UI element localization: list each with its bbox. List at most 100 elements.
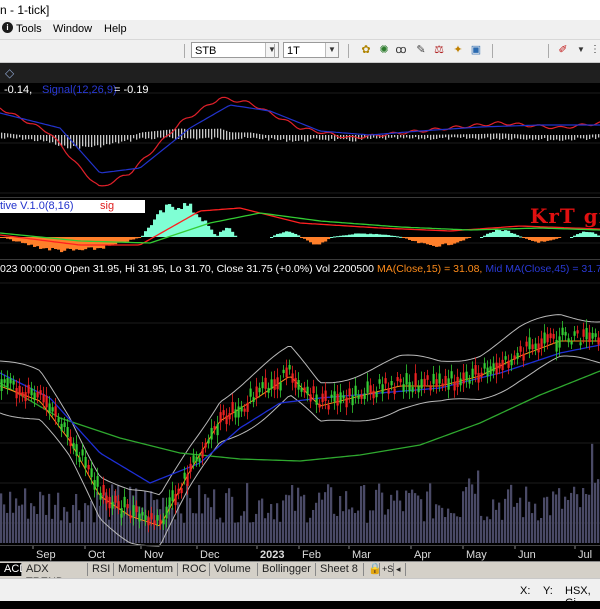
volume-bar bbox=[255, 513, 258, 543]
macd-histogram-bar bbox=[400, 135, 402, 138]
indicator-icon[interactable]: ✿ bbox=[359, 43, 373, 57]
trend-histogram-bar bbox=[168, 204, 172, 237]
tab-adx-trend[interactable]: ADX TREND bbox=[22, 563, 88, 588]
macd-histogram-bar bbox=[160, 130, 162, 138]
volume-bar bbox=[57, 492, 60, 543]
trend-histogram-bar bbox=[462, 237, 466, 241]
toolbar: STB ▼ 1T ▼ ✿ ✺ ꝏ ✎ ⚖ ✦ ▣ ✐ ▼ ⋮ bbox=[0, 40, 600, 63]
trend-histogram-bar bbox=[393, 235, 397, 237]
volume-bar bbox=[483, 520, 486, 543]
trend-histogram-bar bbox=[210, 229, 214, 237]
macd-histogram-bar bbox=[214, 128, 216, 138]
macd-histogram-bar bbox=[496, 133, 498, 139]
macd-histogram-bar bbox=[262, 134, 264, 140]
volume-bar bbox=[81, 521, 84, 543]
draw-icon[interactable]: ✎ bbox=[414, 43, 428, 57]
volume-bar bbox=[477, 470, 480, 543]
interval-combo[interactable]: 1T ▼ bbox=[283, 42, 339, 58]
volume-bar bbox=[327, 484, 330, 543]
volume-bar bbox=[495, 509, 498, 543]
toolbar-more-icon[interactable]: ⋮ bbox=[588, 43, 600, 57]
candle-body bbox=[573, 331, 576, 336]
chart-canvas[interactable]: Sep Oct Nov Dec 2023 Feb Mar Apr May Jun Jul bbox=[0, 83, 600, 561]
add-sheet-icon[interactable]: +S bbox=[380, 563, 394, 576]
menu-window[interactable]: Window bbox=[53, 23, 92, 35]
macd-histogram-bar bbox=[556, 135, 558, 140]
trend-histogram-bar bbox=[186, 205, 190, 237]
candle-body bbox=[363, 393, 366, 399]
volume-bar bbox=[294, 510, 297, 543]
macd-histogram-bar bbox=[460, 134, 462, 138]
x-axis-label: Jul bbox=[578, 549, 592, 561]
chevron-down-icon[interactable]: ▼ bbox=[325, 43, 338, 57]
candle-body bbox=[561, 327, 564, 336]
pane-divider[interactable] bbox=[0, 197, 600, 198]
volume-bar bbox=[234, 522, 237, 543]
trend-histogram-bar bbox=[540, 237, 544, 242]
volume-bar bbox=[561, 508, 564, 543]
scale-icon[interactable]: ⚖ bbox=[432, 43, 446, 57]
candle-body bbox=[291, 373, 294, 383]
symbol-combo[interactable]: STB ▼ bbox=[191, 42, 279, 58]
macd-histogram-bar bbox=[526, 134, 528, 140]
tab-macd[interactable]: ACD bbox=[0, 563, 27, 576]
tab-momentum[interactable]: Momentum bbox=[114, 563, 178, 576]
trend-histogram-bar bbox=[45, 237, 49, 249]
volume-bar bbox=[522, 517, 525, 543]
status-exchange: HSX, Gi bbox=[565, 585, 591, 609]
candle-body bbox=[471, 368, 474, 378]
volume-bar bbox=[492, 499, 495, 543]
volume-bar bbox=[324, 492, 327, 543]
macd-histogram-bar bbox=[457, 134, 459, 138]
volume-bar bbox=[552, 491, 555, 543]
glasses-icon[interactable]: ꝏ bbox=[394, 43, 408, 57]
trend-histogram-bar bbox=[417, 237, 421, 244]
info-icon[interactable]: i bbox=[2, 22, 13, 33]
candle-body bbox=[264, 377, 267, 389]
trend-histogram-bar bbox=[315, 237, 319, 245]
volume-bar bbox=[225, 493, 228, 543]
menu-tools[interactable]: Tools bbox=[16, 23, 42, 35]
tab-volume[interactable]: Volume bbox=[210, 563, 258, 576]
candle-body bbox=[75, 444, 78, 456]
volume-bar bbox=[474, 493, 477, 543]
volume-bar bbox=[21, 504, 24, 543]
image-icon[interactable]: ▣ bbox=[469, 43, 483, 57]
chevron-down-icon[interactable]: ▼ bbox=[574, 43, 588, 57]
sheet-scroll-icon[interactable]: ◂ bbox=[394, 563, 406, 576]
volume-bar bbox=[246, 483, 249, 543]
candle-body bbox=[537, 343, 540, 353]
macd-histogram-bar bbox=[226, 130, 228, 140]
macd-histogram-bar bbox=[418, 135, 420, 140]
crosshair-icon[interactable]: ◇ bbox=[5, 66, 14, 80]
macd-histogram-bar bbox=[454, 134, 456, 138]
window-title: n - 1-tick] bbox=[0, 3, 50, 17]
trend-histogram-bar bbox=[285, 231, 289, 237]
pane-divider[interactable] bbox=[0, 259, 600, 260]
volume-bar bbox=[201, 513, 204, 543]
volume-bar bbox=[9, 491, 12, 543]
lock-icon[interactable]: 🔒 bbox=[366, 563, 382, 576]
macd-histogram-bar bbox=[445, 134, 447, 138]
candle-body bbox=[72, 443, 75, 449]
trend-histogram-bar bbox=[144, 231, 148, 237]
tab-bollingger[interactable]: Bollingger bbox=[258, 563, 316, 576]
trend-histogram-bar bbox=[147, 227, 151, 237]
trend-histogram-bar bbox=[129, 237, 133, 240]
volume-bar bbox=[405, 490, 408, 543]
macd-histogram-bar bbox=[136, 134, 138, 140]
menu-help[interactable]: Help bbox=[104, 23, 127, 35]
pencil-icon[interactable]: ✐ bbox=[556, 43, 570, 57]
trend-histogram-bar bbox=[93, 237, 97, 250]
tab-rsi[interactable]: RSI bbox=[88, 563, 114, 576]
trend-histogram-bar bbox=[132, 237, 136, 240]
tab-sheet-8[interactable]: Sheet 8 bbox=[316, 563, 364, 576]
tab-roc[interactable]: ROC bbox=[178, 563, 210, 576]
macd-histogram-bar bbox=[208, 128, 210, 138]
wizard-icon[interactable]: ✺ bbox=[377, 43, 391, 57]
volume-bar bbox=[585, 493, 588, 543]
chevron-down-icon[interactable]: ▼ bbox=[265, 43, 278, 57]
volume-bar bbox=[516, 502, 519, 543]
candle-body bbox=[483, 363, 486, 369]
magic-icon[interactable]: ✦ bbox=[451, 43, 465, 57]
